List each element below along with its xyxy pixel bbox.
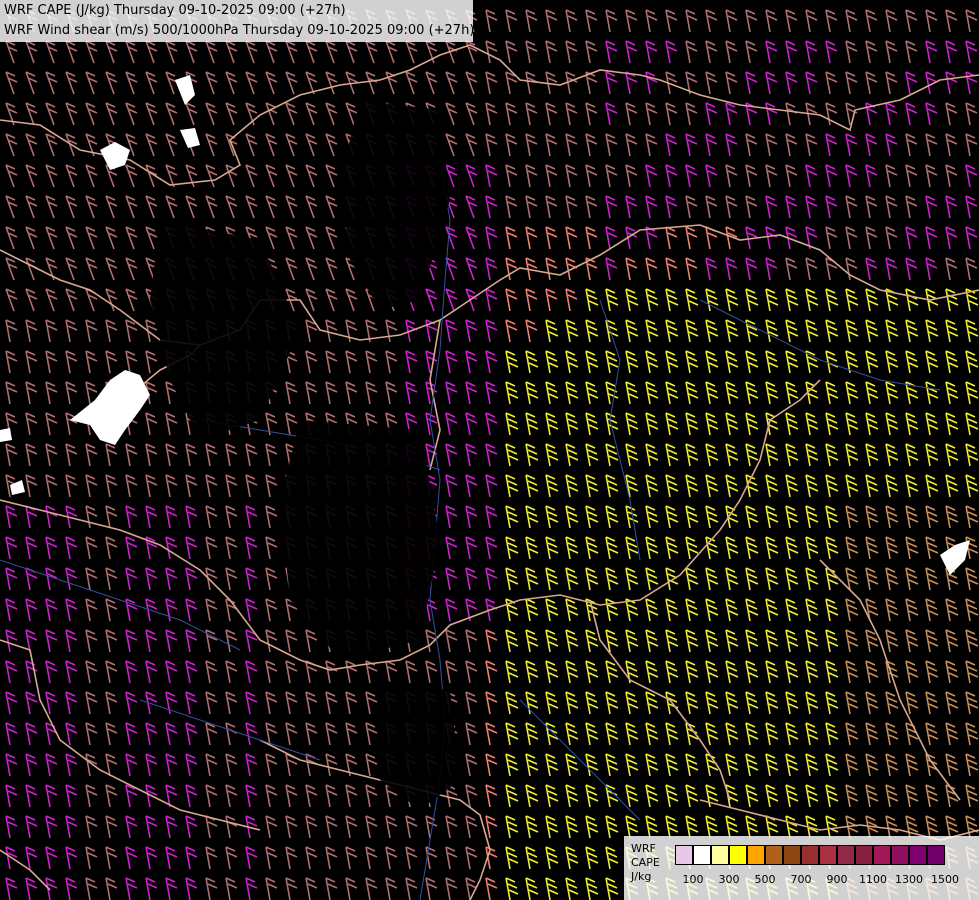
- legend-labels: WRF CAPE J/kg: [631, 842, 671, 884]
- legend-swatch: [837, 845, 855, 865]
- legend-label-variable: CAPE: [631, 856, 660, 869]
- legend-tick-label: 1300: [895, 873, 923, 886]
- legend-swatch: [783, 845, 801, 865]
- legend-swatch: [765, 845, 783, 865]
- legend-swatch: [693, 845, 711, 865]
- legend-tick-label: 300: [718, 873, 740, 886]
- legend-swatch: [873, 845, 891, 865]
- legend-tick-label: 1100: [859, 873, 887, 886]
- legend-swatch: [909, 845, 927, 865]
- legend-tick-label: 700: [790, 873, 812, 886]
- weather-map: [0, 0, 979, 900]
- cape-title: WRF CAPE (J/kg) Thursday 09-10-2025 09:0…: [4, 3, 346, 18]
- map-title-box: WRF CAPE (J/kg) Thursday 09-10-2025 09:0…: [0, 0, 475, 42]
- legend-tick-label: 900: [826, 873, 848, 886]
- legend-swatch: [675, 845, 693, 865]
- legend-swatch: [927, 845, 945, 865]
- legend-swatches: [675, 845, 945, 865]
- legend-tick-label: 100: [682, 873, 704, 886]
- cape-legend: WRF CAPE J/kg 100 300 500 700 900 1100 1300 150…: [624, 836, 979, 900]
- shear-title: WRF Wind shear (m/s) 500/1000hPa Thursda…: [4, 23, 475, 38]
- legend-swatch: [747, 845, 765, 865]
- legend-swatch: [891, 845, 909, 865]
- legend-tick-label: 500: [754, 873, 776, 886]
- legend-swatch: [855, 845, 873, 865]
- legend-swatch: [711, 845, 729, 865]
- legend-swatch: [729, 845, 747, 865]
- legend-swatch: [801, 845, 819, 865]
- legend-swatch: [819, 845, 837, 865]
- legend-label-model: WRF: [631, 842, 656, 855]
- legend-ticks: 100 300 500 700 900 1100 1300 1500: [675, 873, 975, 889]
- legend-tick-label: 1500: [931, 873, 959, 886]
- legend-label-unit: J/kg: [631, 870, 652, 883]
